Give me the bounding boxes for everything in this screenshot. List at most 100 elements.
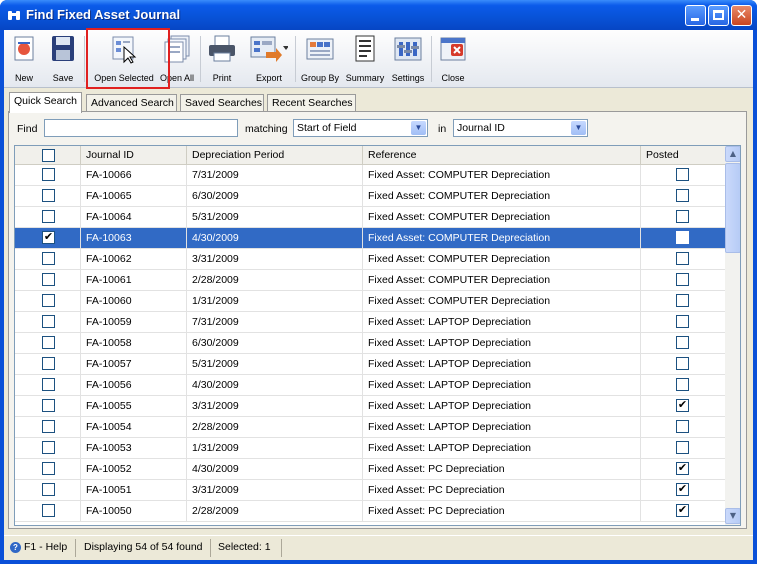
chevron-down-icon[interactable]: ▼	[571, 121, 586, 135]
table-row[interactable]: FA-10058 6/30/2009 Fixed Asset: LAPTOP Dep…	[15, 333, 725, 354]
reference-cell: Fixed Asset: COMPUTER Depreciation	[363, 249, 641, 270]
row-select-cell[interactable]	[15, 249, 81, 270]
journal-id-cell: FA-10061	[81, 270, 187, 291]
header-depreciation-period[interactable]: Depreciation Period	[187, 146, 363, 165]
row-select-cell[interactable]	[15, 186, 81, 207]
binoculars-icon	[7, 8, 21, 22]
table-row[interactable]: FA-10053 1/31/2009 Fixed Asset: LAPTOP Dep…	[15, 438, 725, 459]
tab-recent-searches[interactable]: Recent Searches	[267, 94, 356, 112]
table-row[interactable]: FA-10051 3/31/2009 Fixed Asset: PC Depreci…	[15, 480, 725, 501]
table-row[interactable]: FA-10059 7/31/2009 Fixed Asset: LAPTOP Dep…	[15, 312, 725, 333]
row-select-cell[interactable]	[15, 438, 81, 459]
table-row[interactable]: FA-10050 2/28/2009 Fixed Asset: PC Depreci…	[15, 501, 725, 522]
table-row[interactable]: FA-10054 2/28/2009 Fixed Asset: LAPTOP Dep…	[15, 417, 725, 438]
posted-checkbox	[676, 273, 689, 286]
row-select-cell[interactable]	[15, 291, 81, 312]
posted-cell: ✔	[641, 501, 725, 522]
row-select-checkbox[interactable]	[42, 483, 55, 496]
print-button[interactable]: Print	[204, 32, 240, 86]
row-select-checkbox[interactable]	[42, 336, 55, 349]
header-journal-id[interactable]: Journal ID	[81, 146, 187, 165]
settings-label: Settings	[391, 73, 425, 83]
table-row[interactable]: FA-10055 3/31/2009 Fixed Asset: LAPTOP Dep…	[15, 396, 725, 417]
tab-advanced-search[interactable]: Advanced Search	[86, 94, 177, 112]
row-select-cell[interactable]	[15, 207, 81, 228]
row-select-cell[interactable]: ✔	[15, 228, 81, 249]
minimize-button[interactable]	[685, 5, 706, 26]
table-row[interactable]: FA-10060 1/31/2009 Fixed Asset: COMPUTER D…	[15, 291, 725, 312]
reference-cell: Fixed Asset: LAPTOP Depreciation	[363, 375, 641, 396]
row-select-cell[interactable]	[15, 333, 81, 354]
posted-cell	[641, 186, 725, 207]
row-select-checkbox[interactable]	[42, 441, 55, 454]
row-select-checkbox[interactable]	[42, 378, 55, 391]
matching-select[interactable]: Start of Field ▼	[293, 119, 428, 137]
row-select-cell[interactable]	[15, 396, 81, 417]
vertical-scrollbar[interactable]: ▲ ▼	[725, 146, 740, 525]
table-row[interactable]: FA-10066 7/31/2009 Fixed Asset: COMPUTER D…	[15, 165, 725, 186]
chevron-down-icon[interactable]: ▼	[411, 121, 426, 135]
header-reference[interactable]: Reference	[363, 146, 641, 165]
scrollbar-thumb[interactable]	[725, 163, 740, 253]
row-select-cell[interactable]	[15, 312, 81, 333]
row-select-checkbox[interactable]	[42, 420, 55, 433]
scroll-down-button[interactable]: ▼	[725, 508, 740, 524]
row-select-cell[interactable]	[15, 501, 81, 522]
row-select-cell[interactable]	[15, 270, 81, 291]
row-select-checkbox[interactable]	[42, 357, 55, 370]
table-row[interactable]: ✔ FA-10063 4/30/2009 Fixed Asset: COMPUTER …	[15, 228, 725, 249]
posted-checkbox: ✔	[676, 504, 689, 517]
row-select-cell[interactable]	[15, 354, 81, 375]
new-document-icon	[8, 34, 40, 64]
table-row[interactable]: FA-10061 2/28/2009 Fixed Asset: COMPUTER D…	[15, 270, 725, 291]
row-select-checkbox[interactable]	[42, 168, 55, 181]
help-icon: ?	[10, 542, 21, 553]
save-button[interactable]: Save	[46, 32, 80, 86]
tab-quick-search[interactable]: Quick Search	[9, 92, 82, 113]
table-row[interactable]: FA-10056 4/30/2009 Fixed Asset: LAPTOP Dep…	[15, 375, 725, 396]
row-select-checkbox[interactable]	[42, 315, 55, 328]
new-button[interactable]: New	[7, 32, 41, 86]
table-row[interactable]: FA-10057 5/31/2009 Fixed Asset: LAPTOP Dep…	[15, 354, 725, 375]
row-select-checkbox[interactable]	[42, 294, 55, 307]
group-by-button[interactable]: Group By	[298, 32, 342, 86]
row-select-cell[interactable]	[15, 375, 81, 396]
table-row[interactable]: FA-10064 5/31/2009 Fixed Asset: COMPUTER D…	[15, 207, 725, 228]
row-select-checkbox[interactable]	[42, 252, 55, 265]
header-select-all[interactable]	[15, 146, 81, 165]
row-select-checkbox[interactable]	[42, 462, 55, 475]
title-bar[interactable]: Find Fixed Asset Journal ✕	[0, 0, 757, 30]
row-select-cell[interactable]	[15, 480, 81, 501]
row-select-checkbox[interactable]	[42, 399, 55, 412]
find-input[interactable]	[44, 119, 238, 137]
table-row[interactable]: FA-10052 4/30/2009 Fixed Asset: PC Depreci…	[15, 459, 725, 480]
summary-button[interactable]: Summary	[343, 32, 387, 86]
posted-cell	[641, 207, 725, 228]
export-button[interactable]: Export	[244, 32, 294, 86]
row-select-checkbox[interactable]: ✔	[42, 231, 55, 244]
row-select-cell[interactable]	[15, 459, 81, 480]
row-select-cell[interactable]	[15, 165, 81, 186]
table-row[interactable]: FA-10062 3/31/2009 Fixed Asset: COMPUTER D…	[15, 249, 725, 270]
reference-cell: Fixed Asset: PC Depreciation	[363, 501, 641, 522]
table-row[interactable]: FA-10065 6/30/2009 Fixed Asset: COMPUTER D…	[15, 186, 725, 207]
close-toolbar-button[interactable]: Close	[435, 32, 471, 86]
tab-saved-searches[interactable]: Saved Searches	[180, 94, 264, 112]
row-select-checkbox[interactable]	[42, 210, 55, 223]
row-select-checkbox[interactable]	[42, 504, 55, 517]
row-select-checkbox[interactable]	[42, 189, 55, 202]
close-button[interactable]: ✕	[731, 5, 752, 26]
row-select-cell[interactable]	[15, 417, 81, 438]
reference-cell: Fixed Asset: LAPTOP Depreciation	[363, 354, 641, 375]
maximize-button[interactable]	[708, 5, 729, 26]
journal-id-cell: FA-10054	[81, 417, 187, 438]
settings-button[interactable]: Settings	[388, 32, 428, 86]
header-posted[interactable]: Posted	[641, 146, 725, 165]
scroll-up-button[interactable]: ▲	[725, 146, 740, 162]
reference-cell: Fixed Asset: PC Depreciation	[363, 480, 641, 501]
displaying-count: Displaying 54 of 54 found	[80, 539, 211, 557]
select-all-checkbox[interactable]	[42, 149, 55, 162]
in-field-select[interactable]: Journal ID ▼	[453, 119, 588, 137]
help-status[interactable]: ? F1 - Help	[6, 539, 76, 557]
row-select-checkbox[interactable]	[42, 273, 55, 286]
